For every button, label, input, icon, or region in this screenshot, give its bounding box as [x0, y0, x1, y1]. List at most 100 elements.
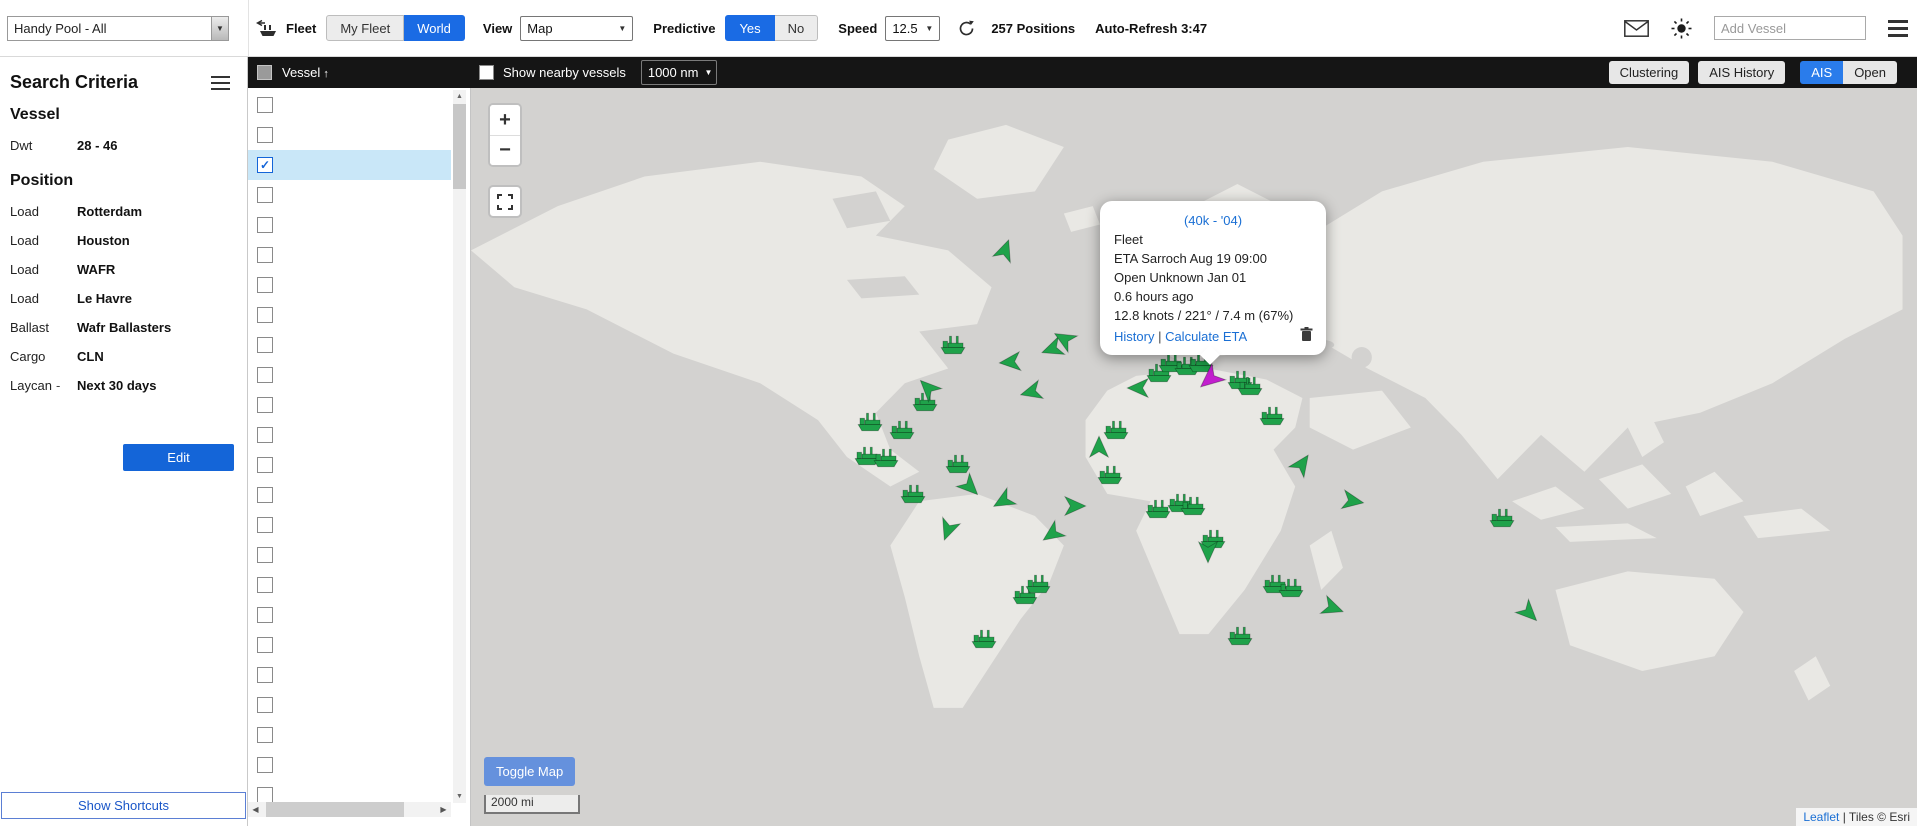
brightness-icon[interactable]	[1671, 18, 1692, 39]
list-item[interactable]: ✓	[248, 150, 451, 180]
select-all-checkbox[interactable]	[257, 65, 272, 80]
vessel-course-marker[interactable]	[1087, 436, 1110, 459]
list-item[interactable]	[248, 630, 451, 660]
row-checkbox[interactable]	[257, 457, 273, 473]
row-checkbox[interactable]	[257, 247, 273, 263]
row-checkbox[interactable]	[257, 517, 273, 533]
list-item[interactable]	[248, 210, 451, 240]
vessel-course-marker[interactable]	[933, 515, 962, 544]
nearby-range-select[interactable]: 1000 nm ▼	[641, 60, 717, 85]
list-item[interactable]	[248, 660, 451, 690]
vessel-column-header[interactable]: Vessel↑	[282, 65, 329, 80]
my-fleet-button[interactable]: My Fleet	[326, 15, 404, 41]
scroll-up-icon[interactable]: ▲	[453, 90, 466, 103]
vessel-ship-marker[interactable]	[1278, 578, 1303, 598]
row-checkbox[interactable]	[257, 307, 273, 323]
list-item[interactable]	[248, 750, 451, 780]
view-select[interactable]: Map ▼	[520, 16, 633, 41]
vessel-course-marker[interactable]	[998, 349, 1023, 374]
scrollbar-thumb[interactable]	[453, 104, 466, 189]
scroll-down-icon[interactable]: ▼	[453, 790, 466, 803]
map[interactable]: + − (40k - '04) Fleet ETA Sarroch Aug 19…	[471, 88, 1917, 826]
row-checkbox[interactable]	[257, 547, 273, 563]
row-checkbox[interactable]	[257, 367, 273, 383]
list-item[interactable]	[248, 120, 451, 150]
fullscreen-button[interactable]	[488, 185, 522, 218]
vessel-ship-marker[interactable]	[889, 420, 914, 440]
ais-history-button[interactable]: AIS History	[1698, 61, 1785, 84]
vessel-ship-marker[interactable]	[858, 412, 883, 432]
ais-button[interactable]: AIS	[1800, 61, 1843, 84]
vessel-course-marker[interactable]	[1126, 377, 1149, 400]
history-link[interactable]: History	[1114, 329, 1154, 344]
vessel-course-marker[interactable]	[1340, 488, 1367, 515]
vessel-course-marker[interactable]	[990, 235, 1019, 264]
list-item[interactable]	[248, 270, 451, 300]
vessel-ship-marker[interactable]	[1145, 499, 1170, 519]
list-item[interactable]	[248, 390, 451, 420]
vessel-course-marker[interactable]	[1064, 494, 1087, 517]
vertical-scrollbar[interactable]: ▲ ▼	[453, 90, 466, 803]
list-item[interactable]	[248, 330, 451, 360]
add-vessel-input[interactable]	[1714, 16, 1866, 40]
zoom-out-button[interactable]: −	[490, 135, 520, 165]
delete-icon[interactable]	[1300, 327, 1313, 345]
list-item[interactable]	[248, 510, 451, 540]
vessel-course-marker[interactable]	[1318, 594, 1347, 623]
pool-dropdown-arrow-icon[interactable]: ▼	[211, 17, 228, 40]
vessel-course-marker[interactable]	[954, 470, 987, 503]
calculate-eta-link[interactable]: Calculate ETA	[1165, 329, 1247, 344]
row-checkbox[interactable]	[257, 487, 273, 503]
row-checkbox[interactable]	[257, 337, 273, 353]
open-button[interactable]: Open	[1843, 61, 1897, 84]
scroll-left-icon[interactable]: ◀	[248, 802, 263, 817]
list-item[interactable]	[248, 690, 451, 720]
list-item[interactable]	[248, 450, 451, 480]
menu-icon[interactable]	[1888, 20, 1908, 37]
list-item[interactable]	[248, 570, 451, 600]
row-checkbox[interactable]	[257, 637, 273, 653]
vessel-course-marker[interactable]	[1286, 448, 1318, 480]
vessel-name-link[interactable]: (40k - '04)	[1114, 213, 1312, 228]
row-checkbox[interactable]	[257, 667, 273, 683]
vessel-ship-marker[interactable]	[1260, 406, 1285, 426]
vessel-ship-marker[interactable]	[1228, 626, 1253, 646]
vessel-course-marker[interactable]	[1017, 378, 1045, 406]
row-checkbox[interactable]	[257, 127, 273, 143]
vessel-ship-marker[interactable]	[1180, 496, 1205, 516]
list-item[interactable]	[248, 90, 451, 120]
vessel-ship-marker[interactable]	[1238, 376, 1263, 396]
leaflet-link[interactable]: Leaflet	[1803, 810, 1839, 824]
row-checkbox[interactable]	[257, 217, 273, 233]
criteria-menu-icon[interactable]	[211, 72, 237, 94]
row-checkbox[interactable]	[257, 727, 273, 743]
predictive-yes-button[interactable]: Yes	[725, 15, 774, 41]
speed-select[interactable]: 12.5 ▼	[885, 16, 940, 41]
predictive-no-button[interactable]: No	[775, 15, 819, 41]
list-item[interactable]	[248, 360, 451, 390]
row-checkbox[interactable]	[257, 577, 273, 593]
scroll-right-icon[interactable]: ▶	[436, 802, 451, 817]
list-item[interactable]	[248, 780, 451, 802]
list-item[interactable]	[248, 720, 451, 750]
mail-icon[interactable]	[1624, 20, 1649, 37]
list-item[interactable]	[248, 480, 451, 510]
scrollbar-thumb[interactable]	[266, 802, 404, 817]
list-item[interactable]	[248, 600, 451, 630]
show-nearby-checkbox[interactable]	[479, 65, 494, 80]
laycan-dash[interactable]: -	[56, 378, 77, 394]
row-checkbox[interactable]	[257, 697, 273, 713]
refresh-icon[interactable]	[958, 20, 975, 37]
list-item[interactable]	[248, 540, 451, 570]
row-checkbox[interactable]	[257, 397, 273, 413]
vessel-ship-marker[interactable]	[940, 335, 965, 355]
list-item[interactable]	[248, 420, 451, 450]
world-button[interactable]: World	[404, 15, 465, 41]
row-checkbox[interactable]	[257, 187, 273, 203]
list-item[interactable]	[248, 300, 451, 330]
row-checkbox[interactable]	[257, 607, 273, 623]
vessel-ship-marker[interactable]	[1098, 465, 1123, 485]
vessel-ship-marker[interactable]	[901, 484, 926, 504]
row-checkbox[interactable]	[257, 757, 273, 773]
show-shortcuts-link[interactable]: Show Shortcuts	[1, 792, 246, 819]
